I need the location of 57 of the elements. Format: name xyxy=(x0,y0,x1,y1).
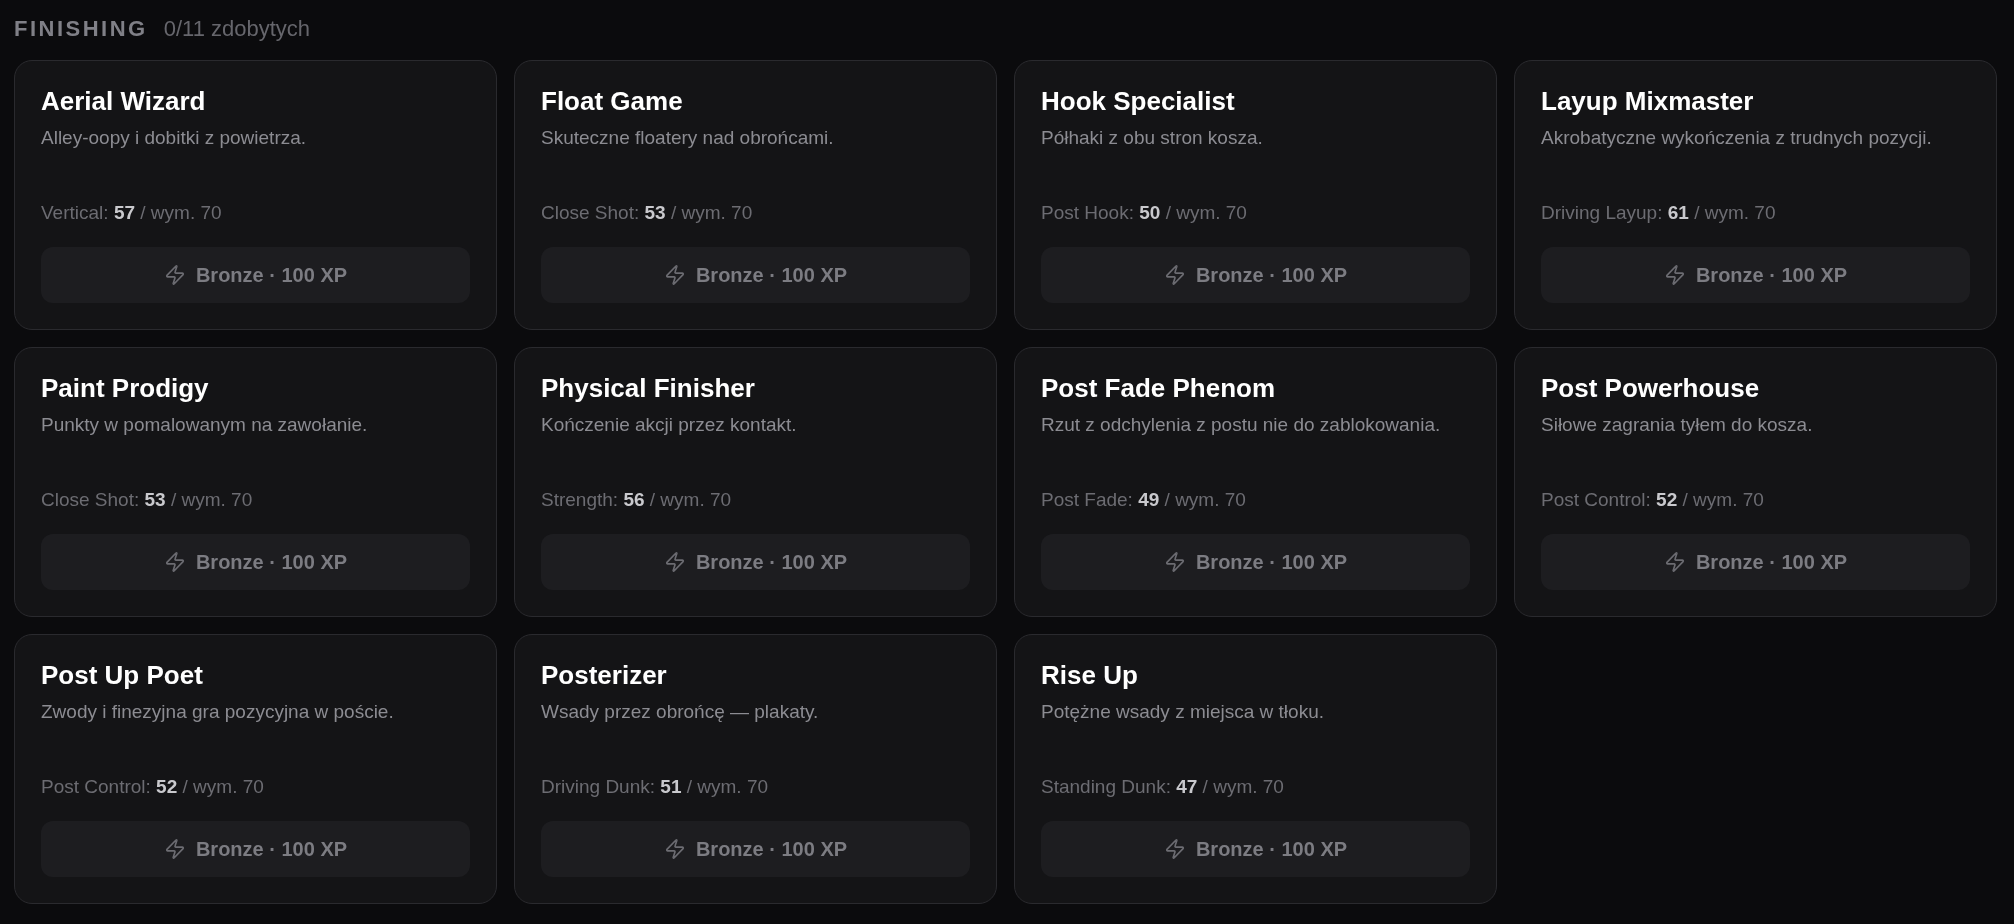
badge-description: Zwody i finezyjna gra pozycyjna w poście. xyxy=(41,700,395,724)
progress-count: 0/11 zdobytych xyxy=(163,14,311,43)
stat-requirement: Close Shot: 53 / wym. 70 xyxy=(541,201,754,225)
badge-description: Punkty w pomalowanym na zawołanie. xyxy=(41,413,369,437)
lightning-icon xyxy=(1163,264,1186,286)
stat-requirement: Post Control: 52 / wym. 70 xyxy=(1541,488,1765,512)
lightning-icon xyxy=(1663,264,1686,286)
reward-button[interactable]: Bronze · 100 XP xyxy=(41,247,470,303)
lightning-icon xyxy=(163,838,186,860)
stat-requirement: Standing Dunk: 47 / wym. 70 xyxy=(1041,775,1285,799)
stat-requirement: Vertical: 57 / wym. 70 xyxy=(41,201,223,225)
reward-button[interactable]: Bronze · 100 XP xyxy=(541,534,970,590)
stat-requirement: Close Shot: 53 / wym. 70 xyxy=(41,488,254,512)
reward-button[interactable]: Bronze · 100 XP xyxy=(1041,821,1470,877)
badge-description: Wsady przez obrońcę — plakaty. xyxy=(541,700,820,724)
reward-button[interactable]: Bronze · 100 XP xyxy=(41,534,470,590)
lightning-icon xyxy=(1163,551,1186,573)
lightning-icon xyxy=(663,551,686,573)
badge-title: Rise Up xyxy=(1041,659,1139,692)
badge-title: Aerial Wizard xyxy=(41,85,207,118)
lightning-icon xyxy=(1163,838,1186,860)
reward-button[interactable]: Bronze · 100 XP xyxy=(541,821,970,877)
badge-title: Float Game xyxy=(541,85,684,118)
badge-description: Kończenie akcji przez kontakt. xyxy=(541,413,798,437)
badge-description: Potężne wsady z miejsca w tłoku. xyxy=(1041,700,1325,724)
badge-title: Physical Finisher xyxy=(541,372,756,405)
stat-requirement: Post Fade: 49 / wym. 70 xyxy=(1041,488,1247,512)
reward-button[interactable]: Bronze · 100 XP xyxy=(1041,534,1470,590)
reward-button[interactable]: Bronze · 100 XP xyxy=(541,247,970,303)
stat-requirement: Post Control: 52 / wym. 70 xyxy=(41,775,265,799)
badge-title: Paint Prodigy xyxy=(41,372,210,405)
lightning-icon xyxy=(163,264,186,286)
stat-requirement: Driving Layup: 61 / wym. 70 xyxy=(1541,201,1777,225)
lightning-icon xyxy=(163,551,186,573)
badge-title: Hook Specialist xyxy=(1041,85,1236,118)
lightning-icon xyxy=(1663,551,1686,573)
stat-requirement: Post Hook: 50 / wym. 70 xyxy=(1041,201,1248,225)
badge-description: Alley-oopy i dobitki z powietrza. xyxy=(41,126,308,150)
stat-requirement: Driving Dunk: 51 / wym. 70 xyxy=(541,775,770,799)
reward-button[interactable]: Bronze · 100 XP xyxy=(1541,534,1970,590)
badge-title: Layup Mixmaster xyxy=(1541,85,1755,118)
section-title: FINISHING xyxy=(14,14,148,43)
badge-description: Półhaki z obu stron kosza. xyxy=(1041,126,1264,150)
badge-title: Post Fade Phenom xyxy=(1041,372,1277,405)
badge-title: Post Up Poet xyxy=(41,659,204,692)
reward-button[interactable]: Bronze · 100 XP xyxy=(41,821,470,877)
badge-description: Rzut z odchylenia z postu nie do zablokowania. xyxy=(1041,413,1442,437)
stat-requirement: Strength: 56 / wym. 70 xyxy=(541,488,733,512)
lightning-icon xyxy=(663,264,686,286)
badge-description: Skuteczne floatery nad obrońcami. xyxy=(541,126,835,150)
lightning-icon xyxy=(663,838,686,860)
reward-button[interactable]: Bronze · 100 XP xyxy=(1041,247,1470,303)
reward-button[interactable]: Bronze · 100 XP xyxy=(1541,247,1970,303)
badge-title: Posterizer xyxy=(541,659,668,692)
badge-title: Post Powerhouse xyxy=(1541,372,1761,405)
badge-description: Akrobatyczne wykończenia z trudnych pozycji. xyxy=(1541,126,1933,150)
badge-description: Siłowe zagrania tyłem do kosza. xyxy=(1541,413,1814,437)
